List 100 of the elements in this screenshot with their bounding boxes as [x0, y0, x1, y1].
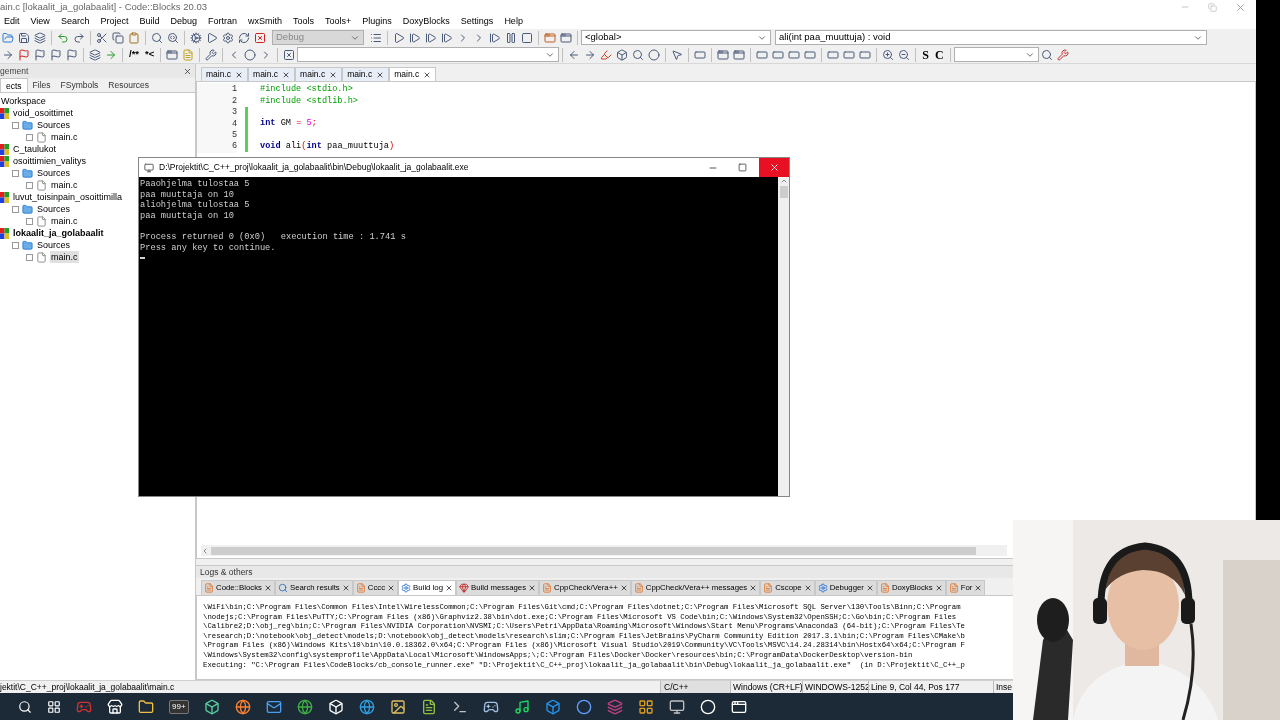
project-icon — [0, 155, 9, 167]
editor-tab[interactable]: main.c — [342, 67, 390, 81]
tree-item[interactable]: Sources — [36, 239, 72, 251]
tree-item[interactable]: Sources — [36, 167, 72, 179]
save-all-icon[interactable] — [32, 29, 48, 46]
window-icon[interactable] — [730, 698, 747, 715]
music-icon[interactable] — [513, 698, 530, 715]
panel-tab[interactable]: FSymbols — [55, 78, 104, 92]
vertical-scrollbar[interactable] — [778, 177, 789, 496]
tree-item[interactable]: lokaalit_ja_golabaalit — [12, 227, 105, 239]
browser-icon[interactable] — [296, 698, 313, 715]
menu-item[interactable]: Tools+ — [325, 14, 352, 29]
tree-item[interactable]: C_taulukot — [12, 143, 58, 155]
flag-icon[interactable] — [64, 46, 80, 63]
project-icon — [0, 227, 9, 239]
gear-icon — [401, 583, 412, 593]
archive-icon[interactable] — [606, 698, 623, 715]
flag-icon[interactable] — [16, 46, 32, 63]
comment-button[interactable]: *< — [142, 47, 158, 62]
tree-item[interactable]: void_osoittimet — [12, 107, 75, 119]
menu-item[interactable]: Build — [139, 14, 160, 29]
editor-tab[interactable]: main.c — [248, 67, 296, 81]
task-view-icon — [47, 699, 61, 714]
menu-item[interactable]: wxSmith — [248, 14, 282, 29]
menu-item[interactable]: Tools — [293, 14, 314, 29]
horizontal-scrollbar[interactable] — [201, 545, 1007, 556]
comment-button[interactable]: /** — [126, 47, 143, 62]
folder-icon[interactable] — [138, 698, 154, 715]
file-icon — [36, 131, 47, 143]
console-line: paa muuttaja on 10 — [140, 211, 234, 222]
mail-icon[interactable] — [265, 698, 282, 715]
menu-item[interactable]: DoxyBlocks — [402, 14, 450, 29]
tree-item[interactable]: luvut_toisinpain_osoittimilla — [12, 191, 124, 203]
copy-icon[interactable] — [110, 29, 126, 46]
browser-icon[interactable] — [358, 698, 375, 715]
close-icon — [619, 584, 628, 592]
restore-icon — [1208, 2, 1217, 12]
magnifier-icon — [277, 583, 288, 593]
store-icon[interactable] — [107, 698, 123, 715]
tree-item[interactable]: main.c — [50, 251, 79, 263]
panel-tab[interactable]: Files — [27, 78, 56, 92]
monitor-icon[interactable] — [668, 698, 685, 715]
status-language: C/C++ — [660, 680, 730, 694]
editor-tab[interactable]: main.c — [201, 67, 249, 81]
project-icon — [0, 191, 9, 203]
menu-item[interactable]: Fortran — [207, 14, 237, 29]
symbol-select[interactable] — [953, 47, 1039, 62]
code-line: int GM = 5; — [260, 117, 317, 131]
panel-tab[interactable]: Resources — [103, 78, 154, 92]
menu-item[interactable]: View — [30, 14, 50, 29]
cube-icon[interactable] — [327, 698, 344, 715]
browser-icon[interactable] — [234, 698, 251, 715]
grid-icon[interactable] — [637, 698, 654, 715]
paint-icon[interactable] — [389, 698, 406, 715]
tree-item[interactable]: Sources — [36, 119, 72, 131]
scrollbar-thumb[interactable] — [779, 186, 788, 198]
tree-item[interactable]: main.c — [50, 179, 79, 191]
tree-item[interactable]: Workspace — [0, 95, 47, 107]
stack-icon[interactable] — [87, 46, 103, 63]
close-icon — [329, 70, 338, 79]
line-number: 6 — [197, 140, 237, 154]
paste-icon[interactable] — [126, 29, 142, 46]
page-icon — [763, 583, 774, 593]
scope-select[interactable]: <global> — [581, 30, 771, 45]
menu-item[interactable]: Debug — [170, 14, 197, 29]
menu-item[interactable]: Settings — [460, 14, 494, 29]
menu-item[interactable]: Help — [504, 14, 523, 29]
box-icon[interactable] — [203, 698, 220, 715]
wrench-icon[interactable] — [1054, 46, 1071, 63]
editor-tab[interactable]: main.c — [295, 67, 343, 81]
diamond-icon — [459, 583, 470, 593]
page-icon — [355, 583, 366, 593]
menu-item[interactable]: Search — [60, 14, 90, 29]
panel-tab[interactable]: ects — [0, 78, 28, 92]
tree-item[interactable]: Sources — [36, 203, 72, 215]
menu-item[interactable]: Plugins — [362, 14, 392, 29]
letter-button[interactable]: C — [932, 45, 947, 64]
close-icon — [282, 70, 291, 79]
wrench-icon[interactable] — [203, 46, 220, 63]
mail-count-badge[interactable]: 99+ — [169, 699, 189, 714]
editor-tab[interactable]: main.c — [389, 67, 437, 81]
menu-item[interactable]: Edit — [4, 14, 20, 29]
letter-button[interactable]: S — [919, 45, 932, 64]
scrollbar-thumb[interactable] — [211, 546, 976, 555]
close-icon — [235, 70, 244, 79]
document-icon[interactable] — [420, 698, 437, 715]
tree-item[interactable]: main.c — [50, 131, 79, 143]
flag-icon[interactable] — [32, 46, 48, 63]
function-select[interactable]: ali(int paa_muuttuja) : void — [775, 30, 1207, 45]
tree-item[interactable]: osoittimien_valitys — [12, 155, 88, 167]
maximize-icon — [738, 163, 747, 172]
tree-item[interactable]: main.c — [50, 215, 79, 227]
menu-item[interactable]: Project — [100, 14, 129, 29]
close-icon — [423, 70, 432, 79]
close-icon — [803, 584, 812, 592]
page-icon — [633, 583, 644, 593]
flag-icon[interactable] — [48, 46, 64, 63]
close-icon — [934, 584, 943, 592]
dot-icon[interactable] — [242, 46, 259, 63]
folder-icon — [22, 119, 33, 131]
